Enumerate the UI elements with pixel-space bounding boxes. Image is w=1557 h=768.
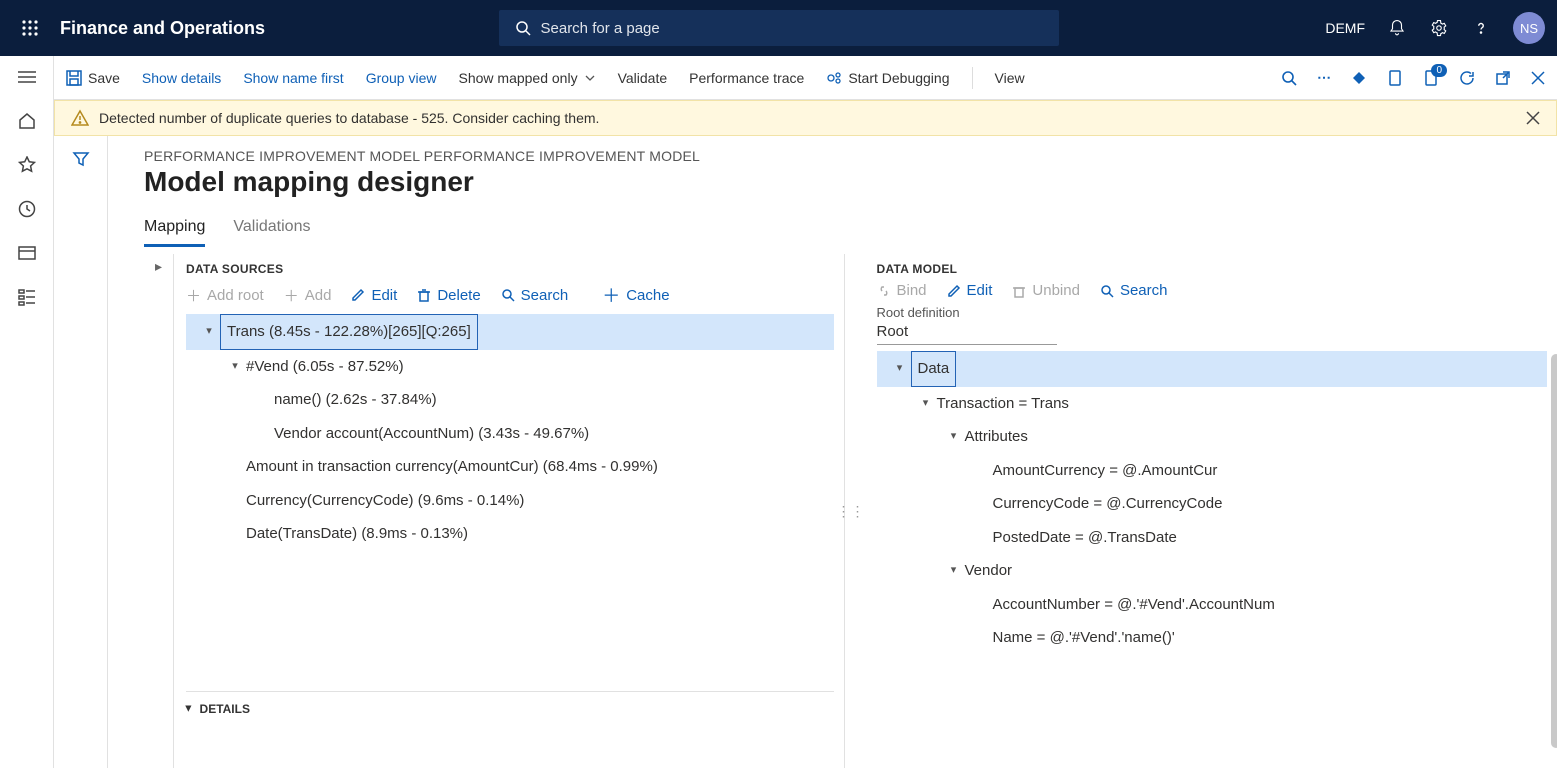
warning-text: Detected number of duplicate queries to … [99,110,599,126]
left-rail [0,56,54,768]
cache-button[interactable]: ＋Cache [602,282,669,308]
unbind-button[interactable]: Unbind [1012,282,1080,299]
edit-button[interactable]: Edit [351,287,397,304]
search-placeholder: Search for a page [541,20,660,37]
popout-icon[interactable] [1495,70,1511,86]
gear-icon[interactable] [1429,18,1449,38]
home-icon[interactable] [16,110,38,132]
pin-icon[interactable] [1351,70,1367,86]
details-section[interactable]: ▸ DETAILS [186,691,834,726]
breadcrumb: PERFORMANCE IMPROVEMENT MODEL PERFORMANC… [144,148,1557,164]
warning-bar: Detected number of duplicate queries to … [54,100,1557,136]
app-launcher-icon[interactable] [12,10,48,46]
modules-icon[interactable] [16,286,38,308]
dm-row-transaction[interactable]: ▾Transaction = Trans [877,387,1548,421]
page-title: Model mapping designer [144,166,1557,198]
tabs: Mapping Validations [144,218,1557,248]
filter-column [54,136,108,768]
tab-validations[interactable]: Validations [233,218,310,247]
validate-button[interactable]: Validate [618,70,668,86]
workspace-icon[interactable] [16,242,38,264]
root-definition-label: Root definition [877,305,1548,320]
chevron-down-icon [584,72,596,84]
view-button[interactable]: View [995,70,1025,86]
app-title: Finance and Operations [60,18,265,39]
show-name-first-button[interactable]: Show name first [243,70,343,86]
collapse-handle[interactable]: ▸ [144,254,174,768]
data-sources-header: DATA SOURCES [186,262,834,276]
dm-edit-button[interactable]: Edit [947,282,993,299]
add-root-button[interactable]: ＋Add root [186,285,264,306]
command-bar: Save Show details Show name first Group … [54,56,1557,100]
performance-trace-button[interactable]: Performance trace [689,70,804,86]
dm-row-vendorname[interactable]: Name = @.'#Vend'.'name()' [877,621,1548,655]
notifications-badge: 0 [1431,64,1447,77]
global-search[interactable]: Search for a page [499,10,1059,46]
dm-row-amountcurrency[interactable]: AmountCurrency = @.AmountCur [877,454,1548,488]
bind-button[interactable]: Bind [877,282,927,299]
tree-row-name[interactable]: name() (2.62s - 37.84%) [186,383,834,417]
tree-row-currency[interactable]: Currency(CurrencyCode) (9.6ms - 0.14%) [186,484,834,518]
clock-icon[interactable] [16,198,38,220]
scrollbar[interactable] [1551,354,1557,748]
dm-row-accountnumber[interactable]: AccountNumber = @.'#Vend'.AccountNum [877,588,1548,622]
dm-row-currencycode[interactable]: CurrencyCode = @.CurrencyCode [877,487,1548,521]
notifications-button[interactable]: 0 [1423,70,1439,86]
dm-row-posteddate[interactable]: PostedDate = @.TransDate [877,521,1548,555]
start-debugging-button[interactable]: Start Debugging [826,70,949,86]
tree-row-trans[interactable]: ▾Trans (8.45s - 122.28%)[265][Q:265] [186,314,834,350]
refresh-icon[interactable] [1459,70,1475,86]
company-code[interactable]: DEMF [1325,20,1365,36]
data-sources-tree: ▾Trans (8.45s - 122.28%)[265][Q:265] ▾#V… [186,314,834,551]
show-details-button[interactable]: Show details [142,70,221,86]
filter-icon[interactable] [72,150,90,768]
ds-search-button[interactable]: Search [501,287,569,304]
data-model-header: DATA MODEL [877,262,1548,276]
tree-row-date[interactable]: Date(TransDate) (8.9ms - 0.13%) [186,517,834,551]
group-view-button[interactable]: Group view [366,70,437,86]
dm-row-vendor[interactable]: ▾Vendor [877,554,1548,588]
tree-row-vend[interactable]: ▾#Vend (6.05s - 87.52%) [186,350,834,384]
tab-mapping[interactable]: Mapping [144,218,205,247]
save-label: Save [88,70,120,86]
data-sources-panel: ▸ DATA SOURCES ＋Add root ＋Add Edit Delet… [144,254,845,768]
bell-icon[interactable] [1387,18,1407,38]
data-model-tree: ▾Data ▾Transaction = Trans ▾Attributes A… [877,351,1548,655]
search-icon[interactable] [1281,70,1297,86]
warning-icon [71,109,89,127]
warning-close-icon[interactable] [1526,111,1540,125]
hamburger-icon[interactable] [16,66,38,88]
tree-row-accountnum[interactable]: Vendor account(AccountNum) (3.43s - 49.6… [186,417,834,451]
dm-search-button[interactable]: Search [1100,282,1168,299]
delete-button[interactable]: Delete [417,287,480,304]
show-mapped-only-dropdown[interactable]: Show mapped only [459,70,596,86]
splitter[interactable]: ⋮⋮ [845,254,857,768]
data-model-panel: DATA MODEL Bind Edit Unbind Search Root … [857,254,1557,768]
dm-row-data[interactable]: ▾Data [877,351,1548,387]
user-avatar[interactable]: NS [1513,12,1545,44]
save-button[interactable]: Save [66,70,120,86]
star-icon[interactable] [16,154,38,176]
root-definition-value[interactable]: Root [877,320,1057,345]
close-icon[interactable] [1531,71,1545,85]
attach-icon[interactable] [1387,70,1403,86]
dm-row-attributes[interactable]: ▾Attributes [877,420,1548,454]
tree-row-amountcur[interactable]: Amount in transaction currency(AmountCur… [186,450,834,484]
more-icon[interactable]: ⋯ [1317,69,1331,86]
add-button[interactable]: ＋Add [284,285,332,306]
help-icon[interactable] [1471,18,1491,38]
top-bar: Finance and Operations Search for a page… [0,0,1557,56]
